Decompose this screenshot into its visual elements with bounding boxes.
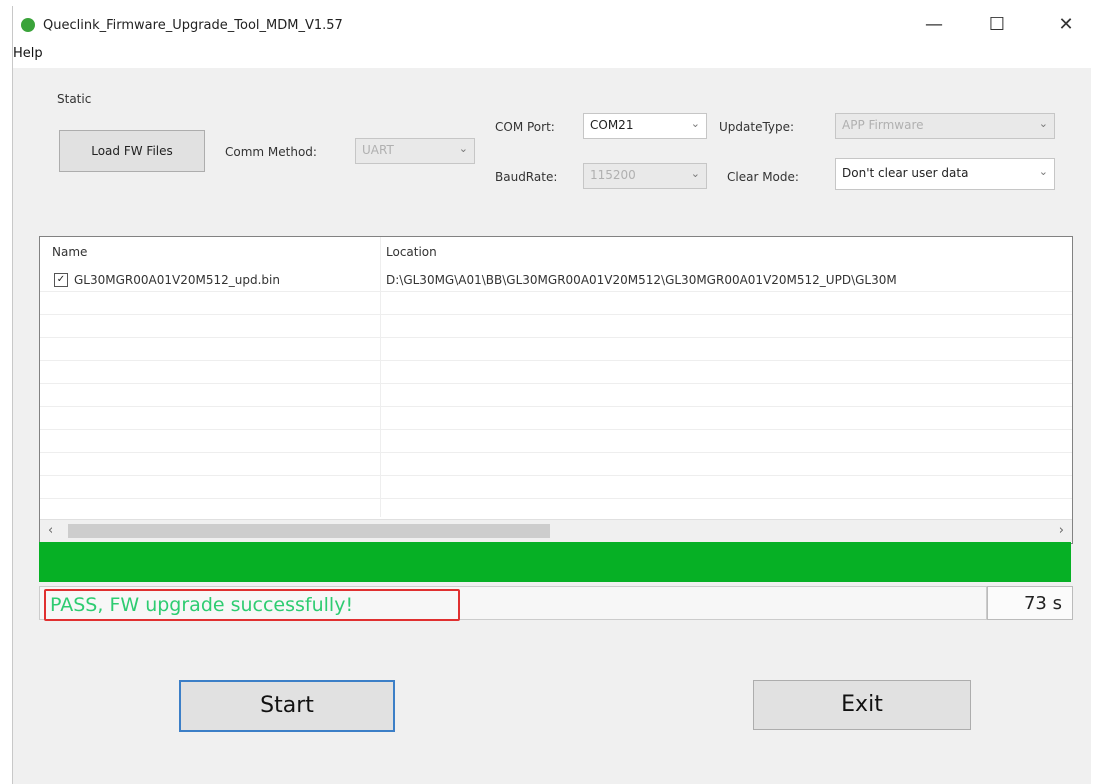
static-group-label: Static [57,92,92,106]
title-bar: Queclink_Firmware_Upgrade_Tool_MDM_V1.57… [13,6,1091,44]
file-location-cell: D:\GL30MG\A01\BB\GL30MGR00A01V20M512\GL3… [386,273,897,287]
elapsed-time: 73 s [1023,593,1062,614]
chevron-down-icon: ⌄ [458,142,468,155]
table-row [40,430,1072,453]
chevron-down-icon: ⌄ [690,167,700,180]
table-row [40,384,1072,407]
table-row [40,315,1072,338]
horizontal-scrollbar[interactable]: ‹ › [40,519,1072,542]
table-row [40,338,1072,361]
scroll-right-icon[interactable]: › [1059,523,1064,538]
baud-rate-select[interactable]: 115200 ⌄ [583,163,707,189]
table-row [40,476,1072,499]
comm-method-value: UART [362,143,394,157]
upgrade-progress-bar [39,542,1071,582]
com-port-select[interactable]: COM21 ⌄ [583,113,707,139]
table-row [40,407,1072,430]
start-button[interactable]: Start [179,680,395,732]
chevron-down-icon: ⌄ [690,117,700,130]
baud-rate-value: 115200 [590,168,636,182]
chevron-down-icon: ⌄ [1038,165,1048,178]
maximize-button[interactable]: ☐ [974,10,1020,40]
clear-mode-select[interactable]: Don't clear user data ⌄ [835,158,1055,190]
status-message: PASS, FW upgrade successfully! [44,589,460,621]
com-port-label: COM Port: [495,120,555,134]
comm-method-label: Comm Method: [225,145,317,159]
column-header-location[interactable]: Location [386,245,437,259]
row-checkbox[interactable]: ✓ [54,273,68,287]
column-header-name[interactable]: Name [52,245,87,259]
status-bar: PASS, FW upgrade successfully! [39,586,987,621]
exit-button[interactable]: Exit [753,680,971,730]
window-title: Queclink_Firmware_Upgrade_Tool_MDM_V1.57 [43,18,343,33]
clear-mode-label: Clear Mode: [727,170,799,184]
minimize-button[interactable]: — [911,10,957,40]
com-port-value: COM21 [590,118,634,132]
elapsed-time-box: 73 s [987,586,1073,620]
list-header: Name Location [40,237,1072,261]
clear-mode-value: Don't clear user data [842,166,969,180]
table-row[interactable]: ✓ GL30MGR00A01V20M512_upd.bin D:\GL30MG\… [40,269,1072,292]
table-row [40,292,1072,315]
menu-bar: Help [13,44,1091,68]
scrollbar-thumb[interactable] [68,524,550,538]
update-type-label: UpdateType: [719,120,795,134]
app-logo-icon [21,18,35,32]
table-row [40,453,1072,476]
close-button[interactable]: ✕ [1043,10,1089,40]
update-type-value: APP Firmware [842,118,924,132]
update-type-select[interactable]: APP Firmware ⌄ [835,113,1055,139]
file-name-cell: GL30MGR00A01V20M512_upd.bin [74,273,280,287]
app-window: Queclink_Firmware_Upgrade_Tool_MDM_V1.57… [12,6,1091,784]
chevron-down-icon: ⌄ [1038,117,1048,130]
comm-method-select[interactable]: UART ⌄ [355,138,475,164]
baud-rate-label: BaudRate: [495,170,558,184]
table-row [40,361,1072,384]
menu-help[interactable]: Help [13,46,43,61]
scroll-left-icon[interactable]: ‹ [48,523,53,538]
load-fw-files-button[interactable]: Load FW Files [59,130,205,172]
firmware-file-list[interactable]: Name Location ✓ GL30MGR00A01V20M512_upd.… [39,236,1073,544]
progress-fill [39,542,1071,582]
